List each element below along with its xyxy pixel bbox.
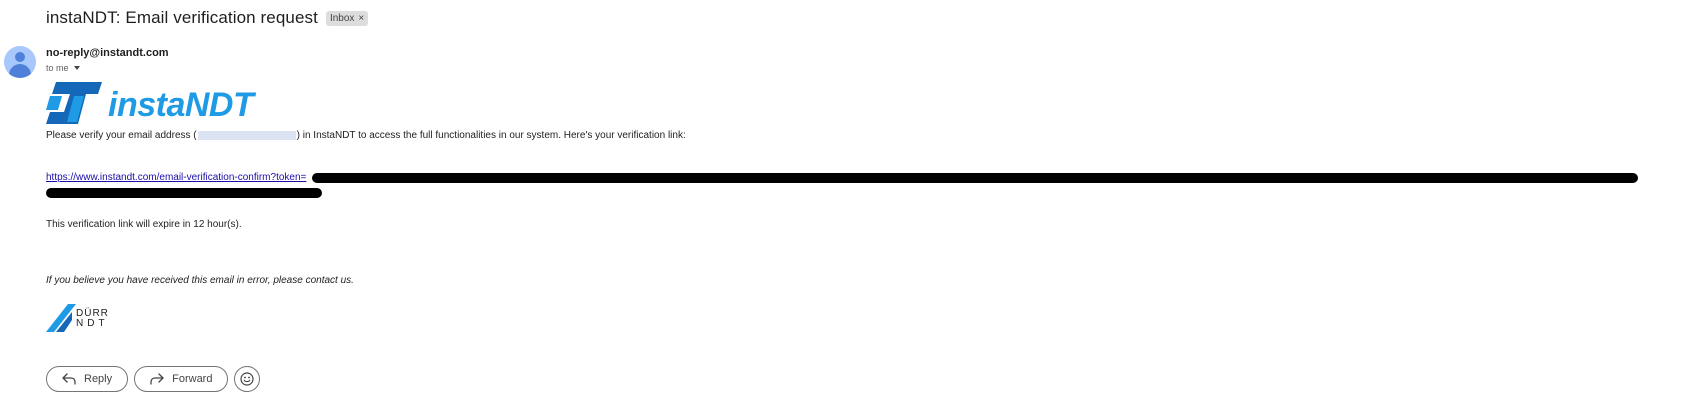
verification-link[interactable]: https://www.instandt.com/email-verificat… [46, 172, 306, 183]
email-subject: instaNDT: Email verification request [46, 8, 318, 27]
emoji-reaction-button[interactable] [234, 366, 261, 392]
recipient-text: to me [46, 63, 69, 73]
remove-label-icon[interactable]: × [358, 12, 364, 25]
logo-text: instaNDT [108, 86, 254, 124]
redacted-token-line-2 [46, 188, 322, 198]
inbox-label-text: Inbox [329, 12, 355, 24]
instandt-logo-icon [46, 82, 102, 124]
email-actions: Reply Forward [46, 366, 261, 392]
forward-button[interactable]: Forward [134, 366, 229, 392]
instandt-logo: instaNDT [46, 82, 286, 128]
redacted-email [197, 130, 296, 140]
sender-email[interactable]: no-reply@instandt.com [46, 47, 169, 59]
verify-suffix: ) in InstaNDT to access the full functio… [296, 130, 686, 141]
verify-text: Please verify your email address ( ) in I… [46, 130, 686, 141]
email-view: instaNDT: Email verification request Inb… [0, 0, 1697, 407]
reply-icon [62, 373, 76, 385]
reply-label: Reply [84, 373, 113, 385]
recipient-details[interactable]: to me [46, 63, 80, 73]
chevron-down-icon[interactable] [73, 66, 80, 70]
durr-logo-line2: NDT [76, 318, 109, 329]
durr-logo-text: DÜRR NDT [76, 309, 109, 329]
redacted-token-line-1 [312, 173, 1638, 183]
reply-button[interactable]: Reply [46, 366, 129, 392]
subject-row: instaNDT: Email verification request Inb… [46, 8, 369, 28]
emoji-icon [240, 372, 255, 386]
durr-ndt-logo: DÜRR NDT [46, 304, 108, 334]
forward-icon [150, 373, 164, 385]
durr-logo-icon [46, 304, 76, 332]
avatar-icon[interactable] [4, 46, 36, 78]
expiry-text: This verification link will expire in 12… [46, 219, 242, 230]
inbox-label[interactable]: Inbox × [325, 10, 369, 26]
error-text: If you believe you have received this em… [46, 275, 354, 286]
verify-prefix: Please verify your email address ( [46, 130, 197, 141]
forward-label: Forward [172, 373, 213, 385]
